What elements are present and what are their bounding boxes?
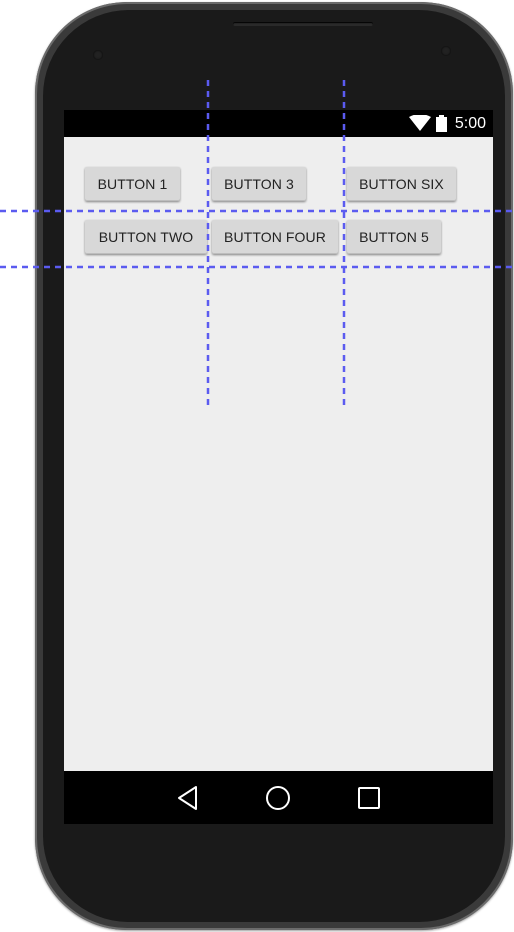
device-screen: 5:00 BUTTON 1 BUTTON 3 BUTTON SIX BUTTON… — [64, 110, 493, 824]
proximity-sensor-icon — [93, 50, 103, 60]
button-5[interactable]: BUTTON 5 — [347, 220, 441, 254]
status-bar: 5:00 — [64, 110, 493, 137]
home-circle-icon[interactable] — [264, 784, 292, 812]
button-3[interactable]: BUTTON 3 — [212, 167, 306, 201]
button-six[interactable]: BUTTON SIX — [347, 167, 456, 201]
button-two[interactable]: BUTTON TWO — [85, 220, 207, 254]
status-time: 5:00 — [454, 115, 486, 132]
back-triangle-icon[interactable] — [174, 784, 202, 812]
battery-icon — [436, 115, 447, 132]
button-1[interactable]: BUTTON 1 — [85, 167, 180, 201]
app-content: BUTTON 1 BUTTON 3 BUTTON SIX BUTTON TWO … — [64, 137, 493, 771]
button-four[interactable]: BUTTON FOUR — [212, 220, 338, 254]
earpiece-speaker — [233, 22, 373, 26]
recents-square-icon[interactable] — [355, 784, 383, 812]
front-camera-icon — [441, 46, 451, 56]
navigation-bar — [64, 771, 493, 824]
wifi-icon — [409, 115, 431, 131]
